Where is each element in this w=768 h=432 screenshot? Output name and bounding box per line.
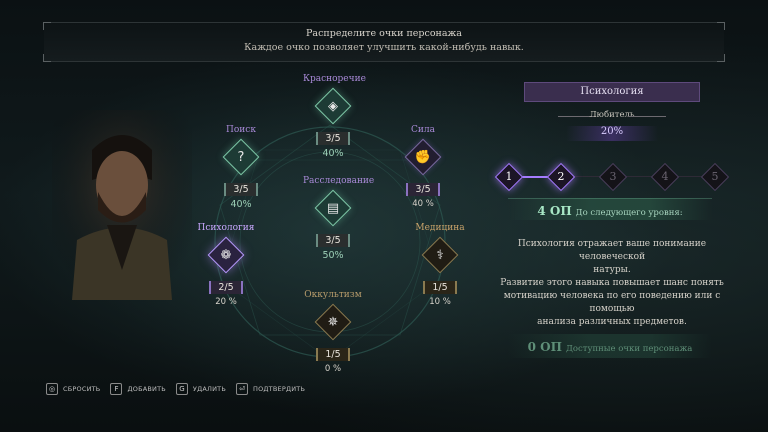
add-label: ДОБАВИТЬ [127, 385, 166, 393]
skill-score: 1/5 [423, 281, 457, 294]
skill-score: 1/5 [316, 348, 350, 361]
skill-strength[interactable]: Сила ✊ 3/5 40 % [393, 125, 453, 209]
character-portrait [52, 110, 192, 300]
skill-occultism[interactable]: Оккультизм ✵ 1/5 0 % [303, 290, 363, 374]
skill-score: 3/5 [316, 132, 350, 145]
skill-percent: 20 % [215, 297, 237, 307]
remove-label: УДАЛИТЬ [192, 385, 226, 393]
remove-hint[interactable]: G УДАЛИТЬ [175, 383, 226, 395]
skill-name: Красноречие [303, 74, 366, 84]
skill-wheel: Красноречие ◈ 3/5 40% Поиск ? 3/5 40% Си… [198, 70, 480, 380]
add-hint[interactable]: F ДОБАВИТЬ [110, 383, 166, 395]
skill-detail-title: Психология [524, 82, 700, 102]
skill-score: 3/5 [224, 183, 258, 196]
add-key-icon: F [110, 383, 123, 395]
reset-hint[interactable]: ◎ СБРОСИТЬ [46, 383, 100, 395]
skill-name: Оккультизм [304, 290, 362, 300]
remove-key-icon: G [175, 383, 188, 395]
available-points-value: 0 ОП [527, 340, 562, 354]
confirm-label: ПОДТВЕРДИТЬ [253, 385, 306, 393]
description-line: натуры. [593, 265, 631, 275]
reset-label: СБРОСИТЬ [63, 385, 101, 393]
description-line: Развитие этого навыка повышает шанс поня… [500, 278, 724, 288]
skill-name: Медицина [415, 223, 465, 233]
banner-subtitle: Каждое очко позволяет улучшить какой-ниб… [244, 42, 524, 53]
skill-psychology[interactable]: Психология ❁ 2/5 20 % [196, 223, 256, 307]
skill-score: 2/5 [209, 281, 243, 294]
skill-name: Сила [411, 125, 435, 135]
skill-percent: 40 % [412, 199, 434, 209]
skill-percent: 40% [322, 148, 344, 159]
question-icon: ? [237, 149, 245, 165]
available-points: 0 ОП Доступные очки персонажа [508, 334, 712, 358]
sigil-icon: ✵ [327, 314, 339, 330]
points-to-next-level: 4 ОП До следующего уровня: [508, 198, 712, 220]
skill-name: Расследование [303, 176, 375, 186]
description-line: Психология отражает ваше понимание челов… [517, 239, 707, 262]
rank-divider-right [628, 116, 666, 117]
skill-percent: 0 % [324, 364, 342, 374]
gems-icon: ◈ [328, 98, 338, 114]
skill-description: Психология отражает ваше понимание челов… [492, 238, 732, 329]
level-2: 2 [546, 162, 576, 192]
brain-icon: ❁ [220, 247, 232, 263]
skill-name: Психология [197, 223, 255, 233]
fist-icon: ✊ [414, 149, 432, 165]
book-icon: ▤ [326, 200, 340, 216]
level-track: 1 2 3 4 5 [494, 162, 732, 192]
next-points-value: 4 ОП [537, 204, 572, 218]
skill-investigation[interactable]: Расследование ▤ 3/5 50% [303, 176, 375, 261]
confirm-key-icon: ⏎ [236, 383, 248, 395]
skill-score: 3/5 [406, 183, 440, 196]
banner-title: Распределите очки персонажа [306, 28, 462, 39]
level-1: 1 [494, 162, 524, 192]
level-4: 4 [650, 162, 680, 192]
reset-key-icon: ◎ [46, 383, 58, 395]
skill-percent: 10 % [429, 297, 451, 307]
confirm-hint[interactable]: ⏎ ПОДТВЕРДИТЬ [236, 383, 305, 395]
level-3: 3 [598, 162, 628, 192]
control-hints: ◎ СБРОСИТЬ F ДОБАВИТЬ G УДАЛИТЬ ⏎ ПОДТВЕ… [46, 382, 315, 396]
skill-percent: 40% [230, 199, 252, 210]
instruction-banner: Распределите очки персонажа Каждое очко … [43, 22, 725, 62]
skill-name: Поиск [226, 125, 256, 135]
skill-chance: 20% [566, 126, 658, 141]
next-points-label: До следующего уровня: [575, 208, 683, 218]
skill-score: 3/5 [316, 234, 350, 247]
caduceus-icon: ⚕ [436, 247, 444, 263]
description-line: анализа различных предметов. [537, 317, 687, 327]
skill-percent: 50% [322, 250, 344, 261]
description-line: мотивацию человека по его поведению или … [503, 291, 721, 314]
available-points-label: Доступные очки персонажа [565, 344, 693, 354]
skill-medicine[interactable]: Медицина ⚕ 1/5 10 % [410, 223, 470, 307]
skill-eloquence[interactable]: Красноречие ◈ 3/5 40% [303, 74, 366, 159]
skill-search[interactable]: Поиск ? 3/5 40% [211, 125, 271, 210]
level-5: 5 [700, 162, 730, 192]
skill-rank: Любитель [589, 110, 635, 120]
